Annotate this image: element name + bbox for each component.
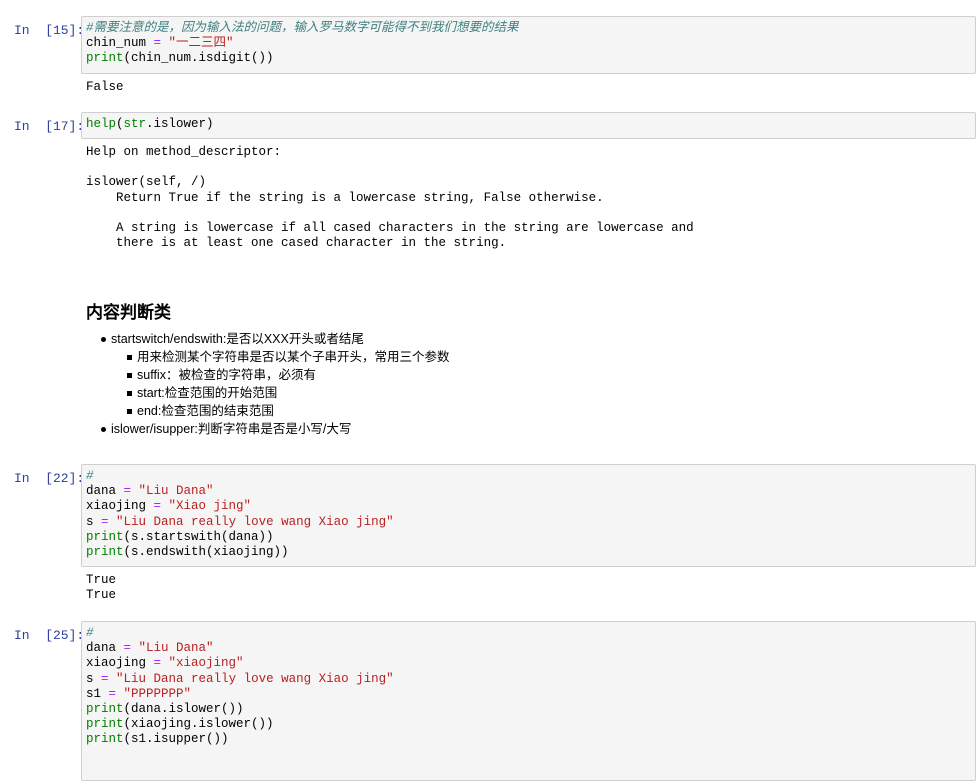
code-line[interactable]: dana = "Liu Dana" [86, 641, 971, 656]
cell-output: Help on method_descriptor: islower(self,… [86, 145, 694, 251]
code-token: s [86, 514, 102, 529]
cell-prompt: In [25]: [14, 628, 85, 643]
list-item: suffix：被检查的字符串，必须有 [86, 366, 450, 384]
code-token: # [86, 469, 94, 483]
code-editor[interactable]: # dana = "Liu Dana" xiaojing = "xiaojing" s… [82, 622, 975, 748]
code-token: (chin_num.isdigit()) [123, 51, 274, 66]
code-line[interactable]: dana = "Liu Dana" [86, 484, 971, 499]
code-editor[interactable]: help(str.islower) [82, 113, 975, 132]
code-token: print [86, 732, 124, 747]
code-token: print [86, 529, 124, 544]
code-line[interactable]: print(s.startswith(dana)) [86, 530, 971, 545]
code-token: (s1.isupper()) [123, 732, 229, 747]
markdown-list: startswitch/endswith:是否以XXX开头或者结尾 用来检测某个… [86, 330, 450, 438]
code-token: s [86, 671, 102, 686]
list-item: end:检查范围的结束范围 [86, 402, 450, 420]
cell-prompt: In [22]: [14, 471, 85, 486]
code-input-area[interactable]: help(str.islower) [81, 112, 976, 139]
code-token: = [123, 484, 132, 499]
code-line[interactable]: s = "Liu Dana really love wang Xiao jing… [86, 672, 971, 687]
code-token: print [86, 545, 124, 560]
code-token: "Xiao jing" [168, 499, 252, 514]
code-input-area[interactable]: # dana = "Liu Dana" xiaojing = "xiaojing" s… [81, 621, 976, 781]
code-line[interactable]: s = "Liu Dana really love wang Xiao jing… [86, 515, 971, 530]
code-token: "Liu Dana" [138, 484, 214, 499]
code-token: # [86, 626, 94, 640]
code-token: xiaojing [86, 656, 154, 671]
code-token: help [86, 117, 117, 131]
code-line[interactable]: # [86, 469, 971, 484]
code-token: = [153, 656, 162, 671]
code-token: = [101, 514, 109, 529]
code-token: "一二三四" [168, 36, 234, 51]
code-line[interactable]: print(xiaojing.islower()) [86, 717, 971, 732]
code-editor[interactable]: #需要注意的是，因为输入法的问题，输入罗马数字可能得不到我们想要的结果 chin_… [82, 17, 975, 67]
code-line[interactable]: print(chin_num.isdigit()) [86, 51, 971, 66]
code-line[interactable]: # [86, 626, 971, 641]
code-token: print [86, 717, 124, 732]
markdown-heading: 内容判断类 [86, 303, 171, 322]
code-line[interactable]: print(dana.islower()) [86, 702, 971, 717]
code-token: = [153, 499, 162, 514]
code-line[interactable]: s1 = "PPPPPPP" [86, 687, 971, 702]
code-token: print [86, 702, 124, 717]
list-item: start:检查范围的开始范围 [86, 384, 450, 402]
code-input-area[interactable]: # dana = "Liu Dana" xiaojing = "Xiao jing"… [81, 464, 976, 567]
code-line[interactable]: xiaojing = "xiaojing" [86, 656, 971, 671]
list-item: 用来检测某个字符串是否以某个子串开头，常用三个参数 [86, 348, 450, 366]
code-token: #需要注意的是，因为输入法的问题，输入罗马数字可能得不到我们想要的结果 [86, 21, 519, 35]
code-token: dana [86, 484, 124, 499]
code-token: dana [86, 641, 124, 656]
code-token: str [123, 117, 147, 131]
code-line[interactable]: help(str.islower) [86, 117, 971, 132]
code-line[interactable]: xiaojing = "Xiao jing" [86, 499, 971, 514]
code-token: (s.startswith(dana)) [123, 529, 274, 544]
cell-output: False [86, 80, 124, 94]
code-input-area[interactable]: #需要注意的是，因为输入法的问题，输入罗马数字可能得不到我们想要的结果 chin_… [81, 16, 976, 74]
cell-output: True True [86, 573, 117, 603]
code-token: (s.endswith(xiaojing)) [123, 545, 289, 560]
code-token: "Liu Dana" [138, 641, 214, 656]
code-token: = [101, 671, 109, 686]
code-token: .islower) [146, 117, 214, 131]
code-line[interactable]: #需要注意的是，因为输入法的问题，输入罗马数字可能得不到我们想要的结果 [86, 21, 971, 36]
code-token: "Liu Dana really love wang Xiao jing" [116, 514, 394, 529]
code-token: = [153, 36, 162, 51]
code-editor[interactable]: # dana = "Liu Dana" xiaojing = "Xiao jing"… [82, 465, 975, 560]
code-token: = [123, 641, 132, 656]
code-token: "PPPPPPP" [123, 686, 192, 701]
code-token: "xiaojing" [168, 656, 244, 671]
list-item: startswitch/endswith:是否以XXX开头或者结尾 [86, 330, 450, 348]
cell-prompt: In [15]: [14, 23, 85, 38]
code-token: xiaojing [86, 499, 154, 514]
code-line[interactable]: print(s1.isupper()) [86, 732, 971, 747]
cell-prompt: In [17]: [14, 119, 85, 134]
list-item: islower/isupper:判断字符串是否是小写/大写 [86, 420, 450, 438]
code-token: "Liu Dana really love wang Xiao jing" [116, 671, 394, 686]
code-token: ( [116, 117, 124, 131]
code-token: (dana.islower()) [123, 702, 244, 717]
code-token: = [108, 686, 117, 701]
code-line[interactable]: chin_num = "一二三四" [86, 36, 971, 51]
code-token: print [86, 51, 124, 66]
code-token: (xiaojing.islower()) [123, 717, 274, 732]
code-line[interactable]: print(s.endswith(xiaojing)) [86, 545, 971, 560]
code-token: chin_num [86, 36, 154, 51]
code-token: s1 [86, 686, 109, 701]
